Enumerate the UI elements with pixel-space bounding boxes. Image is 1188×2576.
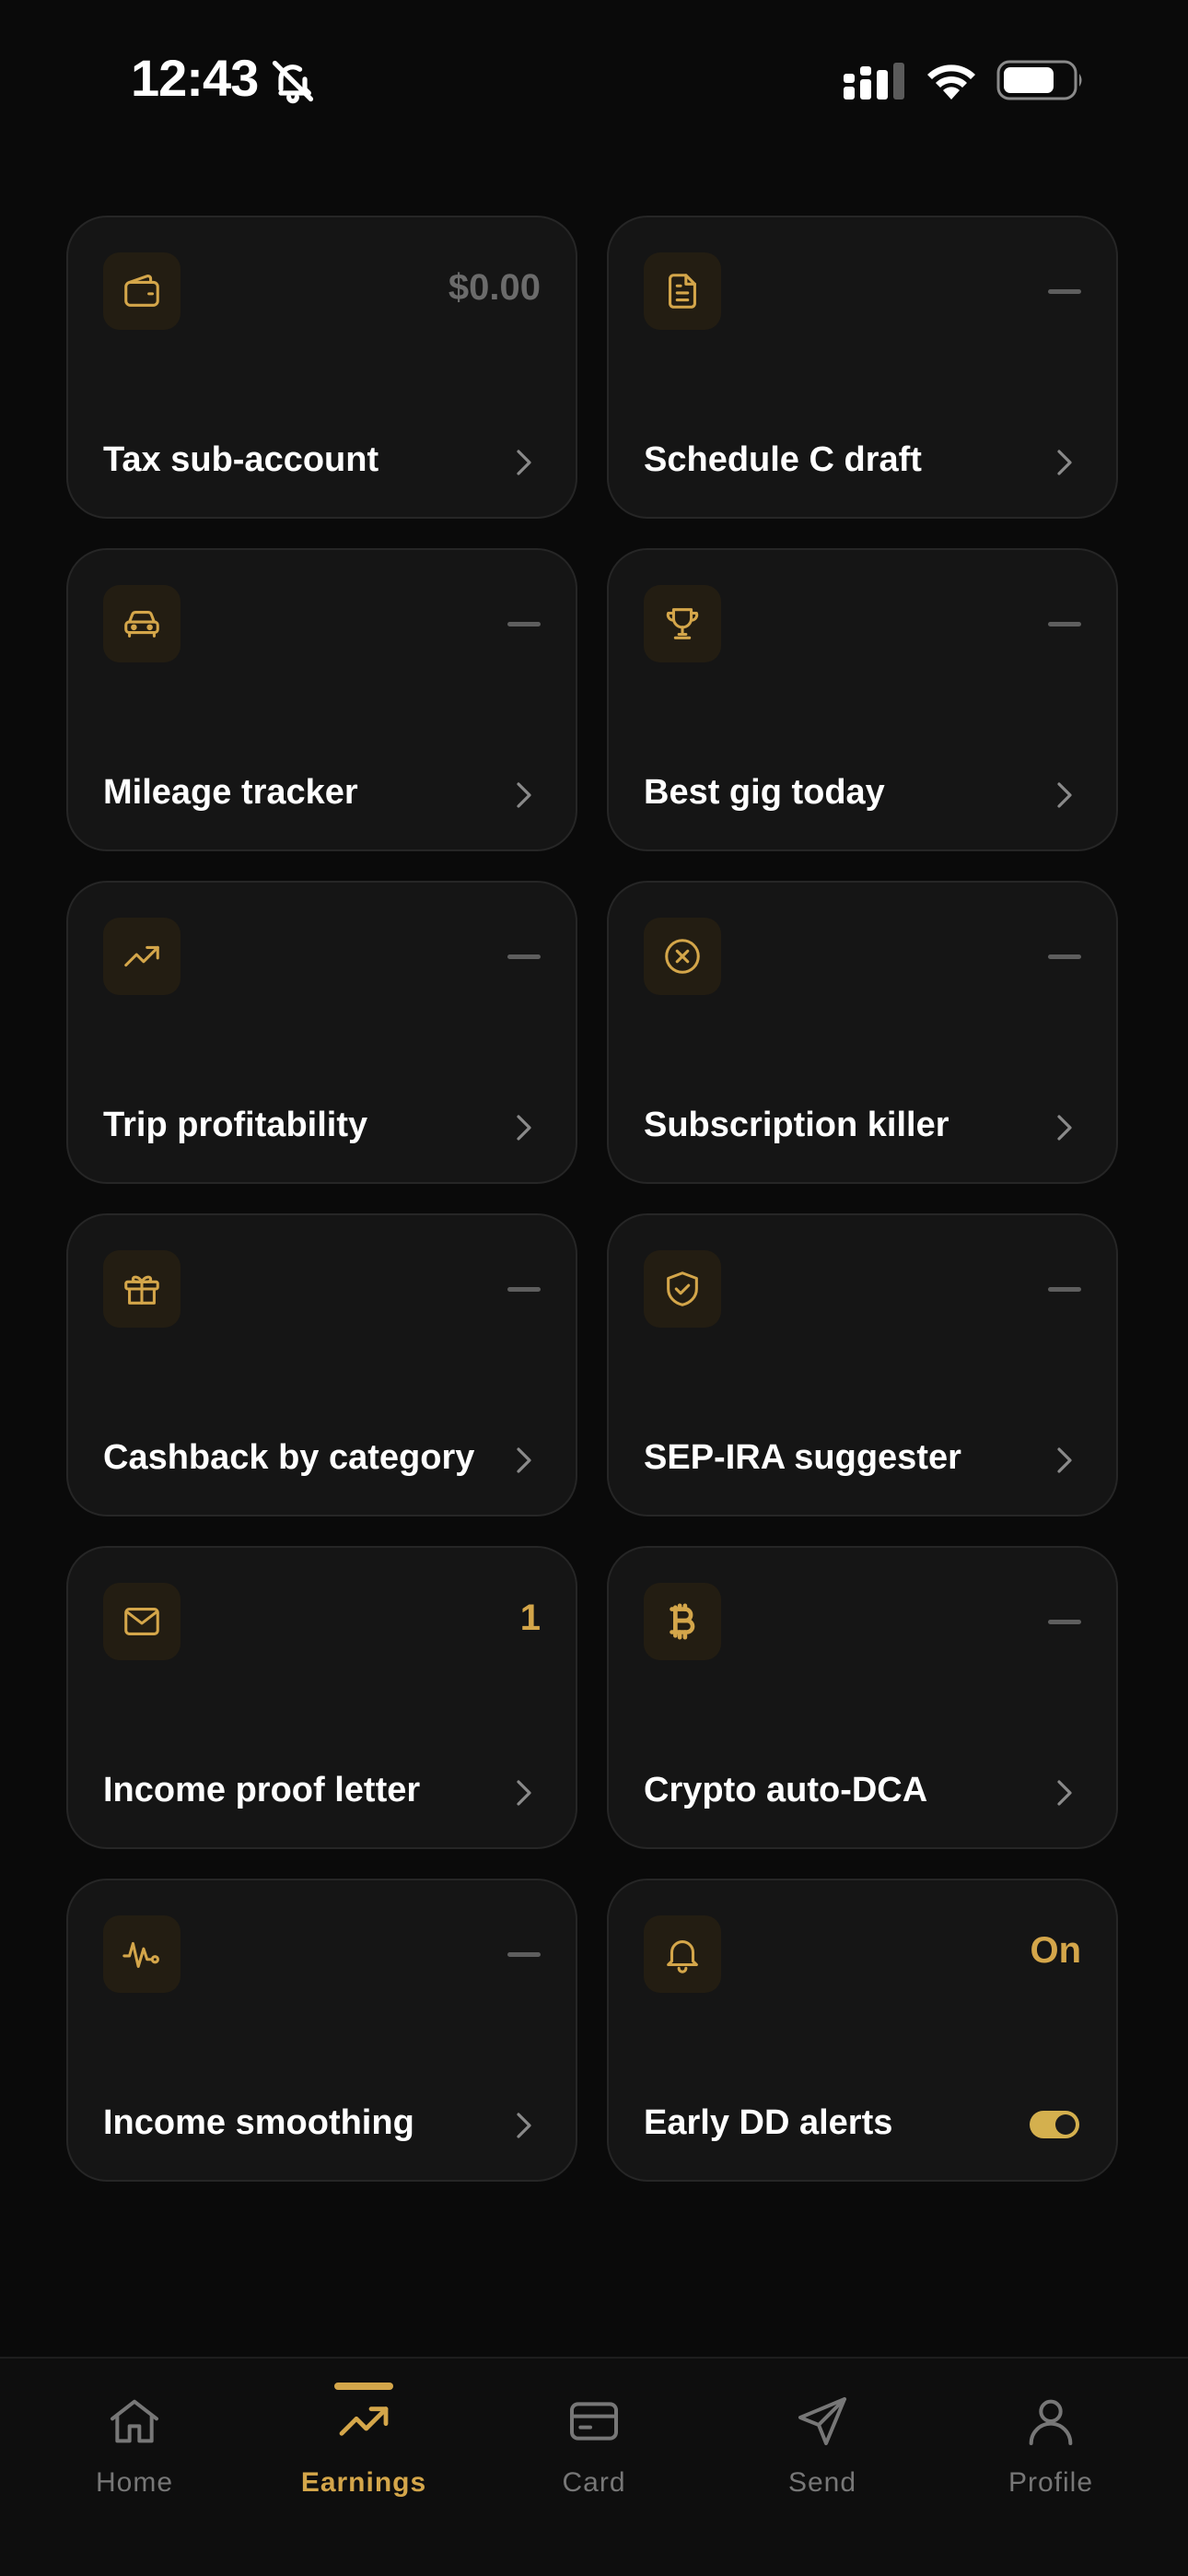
bell-muted-icon (272, 60, 314, 104)
trophy-icon (666, 608, 699, 639)
x-circle-icon (665, 939, 700, 974)
tile-icon-container (644, 252, 721, 330)
active-tab-indicator (334, 2383, 393, 2390)
gift-icon (124, 1275, 159, 1305)
chevron-right-icon (517, 782, 531, 808)
chevron-right-icon (517, 1780, 531, 1806)
tile-icon-container (103, 1250, 181, 1328)
tile-label: Income smoothing (103, 2103, 414, 2142)
income-smoothing-card[interactable]: Income smoothing (66, 1879, 577, 2182)
car-icon (124, 611, 159, 638)
tile-label: Trip profitability (103, 1106, 368, 1144)
wallet-icon (124, 275, 159, 307)
best-gig-today-card[interactable]: Best gig today (607, 548, 1118, 851)
tab-earnings[interactable]: Earnings (245, 2359, 483, 2515)
tile-label: Cashback by category (103, 1438, 475, 1477)
tile-label: SEP-IRA suggester (644, 1438, 961, 1477)
tile-label: Income proof letter (103, 1771, 421, 1809)
tile-icon-container (103, 585, 181, 662)
chevron-right-icon (1057, 1780, 1072, 1806)
tab-home[interactable]: Home (16, 2359, 253, 2515)
send-icon (798, 2397, 846, 2445)
empty-value-dash (507, 1287, 541, 1292)
empty-value-dash (507, 1952, 541, 1957)
tab-label: Card (562, 2467, 626, 2498)
pulse-icon (122, 1941, 159, 1968)
shield-check-icon (667, 1271, 698, 1306)
tile-icon-container (644, 1915, 721, 1993)
tile-label: Schedule C draft (644, 440, 922, 479)
trip-profitability-card[interactable]: Trip profitability (66, 881, 577, 1184)
empty-value-dash (1048, 1620, 1081, 1624)
tax-sub-account-card[interactable]: $0.00 Tax sub-account (66, 216, 577, 519)
home-icon (111, 2399, 158, 2443)
early-dd-alerts-toggle[interactable] (1030, 2111, 1079, 2138)
feature-grid: $0.00 Tax sub-account Schedule C draft M… (66, 216, 1118, 2182)
tile-icon-container (644, 585, 721, 662)
wifi-icon (927, 64, 975, 100)
subscription-killer-card[interactable]: Subscription killer (607, 881, 1118, 1184)
tile-value: $0.00 (448, 267, 541, 308)
profile-icon (1029, 2399, 1073, 2445)
trending-up-icon (124, 945, 159, 967)
tile-label: Best gig today (644, 773, 885, 812)
battery-icon (996, 60, 1082, 100)
empty-value-dash (1048, 954, 1081, 959)
tile-label: Crypto auto-DCA (644, 1771, 928, 1809)
cellular-signal-icon (844, 63, 904, 100)
tile-label: Tax sub-account (103, 440, 379, 479)
chevron-right-icon (1057, 1447, 1072, 1473)
tile-label: Early DD alerts (644, 2103, 893, 2142)
trending-up-icon (339, 2406, 389, 2436)
tile-label: Mileage tracker (103, 773, 358, 812)
cashback-by-category-card[interactable]: Cashback by category (66, 1213, 577, 1516)
alerts-status-text: On (1030, 1930, 1081, 1971)
empty-value-dash (507, 622, 541, 626)
mileage-tracker-card[interactable]: Mileage tracker (66, 548, 577, 851)
sep-ira-suggester-card[interactable]: SEP-IRA suggester (607, 1213, 1118, 1516)
chevron-right-icon (517, 1447, 531, 1473)
card-icon (570, 2402, 618, 2441)
income-proof-letter-card[interactable]: 1 Income proof letter (66, 1546, 577, 1849)
early-dd-alerts-card[interactable]: On Early DD alerts (607, 1879, 1118, 2182)
tile-badge-count: 1 (519, 1598, 541, 1638)
tab-label: Send (787, 2467, 857, 2498)
tab-label: Home (95, 2467, 174, 2498)
schedule-c-draft-card[interactable]: Schedule C draft (607, 216, 1118, 519)
tab-card[interactable]: Card (475, 2359, 713, 2515)
mail-icon (124, 1608, 159, 1635)
empty-value-dash (1048, 1287, 1081, 1292)
document-icon (669, 274, 696, 309)
tile-icon-container (103, 252, 181, 330)
tab-label: Profile (1007, 2467, 1094, 2498)
tab-send[interactable]: Send (704, 2359, 941, 2515)
empty-value-dash (507, 954, 541, 959)
chevron-right-icon (517, 450, 531, 475)
status-bar: 12:43 (0, 0, 1188, 157)
tile-icon-container (644, 1250, 721, 1328)
chevron-right-icon (1057, 450, 1072, 475)
tile-icon-container (103, 1915, 181, 1993)
empty-value-dash (1048, 289, 1081, 294)
empty-value-dash (1048, 622, 1081, 626)
tile-label: Subscription killer (644, 1106, 949, 1144)
tile-icon-container (644, 918, 721, 995)
crypto-auto-dca-card[interactable]: Crypto auto-DCA (607, 1546, 1118, 1849)
chevron-right-icon (517, 1115, 531, 1141)
status-time: 12:43 (131, 49, 259, 107)
tab-profile[interactable]: Profile (932, 2359, 1170, 2515)
chevron-right-icon (517, 2113, 531, 2138)
tab-bar: Home Earnings Card Send Profile (0, 2357, 1188, 2576)
tile-icon-container (103, 918, 181, 995)
bell-icon (667, 1940, 698, 1973)
chevron-right-icon (1057, 782, 1072, 808)
toggle-knob (1055, 2114, 1076, 2135)
chevron-right-icon (1057, 1115, 1072, 1141)
tab-label: Earnings (300, 2467, 427, 2498)
tile-icon-container (644, 1583, 721, 1660)
bitcoin-icon (670, 1603, 695, 1640)
tile-icon-container (103, 1583, 181, 1660)
